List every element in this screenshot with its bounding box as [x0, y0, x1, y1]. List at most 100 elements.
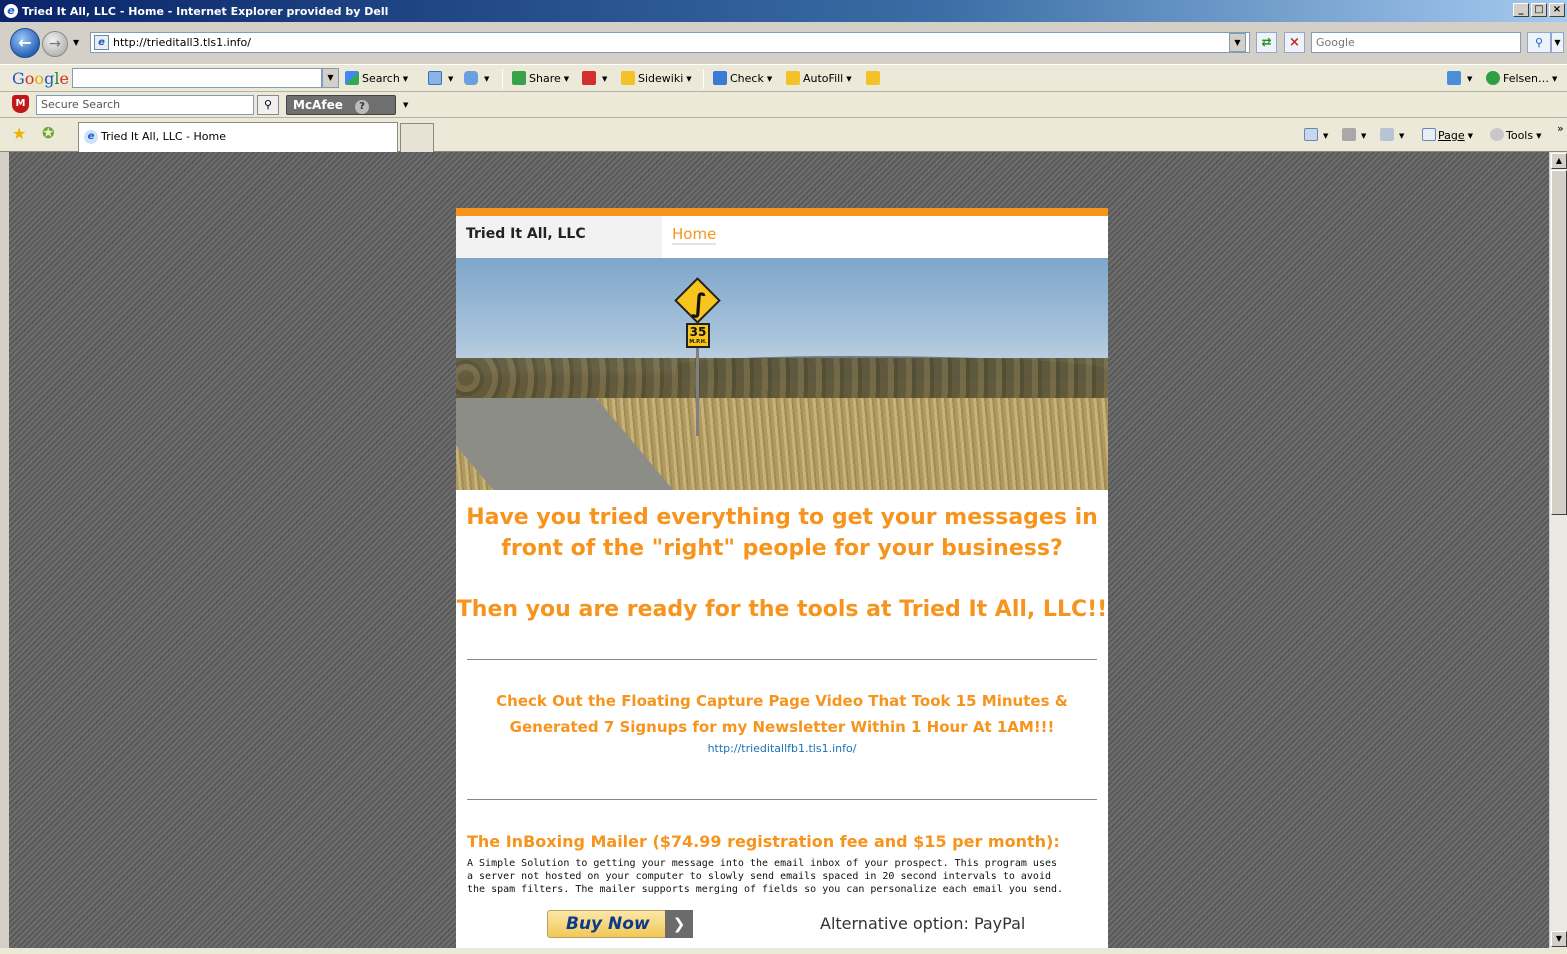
divider [467, 659, 1097, 660]
sidewiki-label: Sidewiki [638, 72, 684, 85]
arrow-right-icon: ❯ [665, 910, 693, 938]
alternative-option-text: Alternative option: PayPal [820, 914, 1026, 933]
hero-trees [456, 358, 1108, 400]
window-title: Tried It All, LLC - Home - Internet Expl… [22, 4, 389, 18]
caret-icon: ▼ [1467, 75, 1473, 83]
secure-search-input[interactable]: Secure Search [36, 95, 254, 115]
spellcheck-label: Check [730, 72, 764, 85]
speed-unit: M.P.H. [689, 339, 707, 345]
forward-button[interactable]: → [42, 31, 68, 57]
toolbar-overflow-chevron[interactable]: » [1557, 122, 1564, 135]
search-input[interactable]: Google [1311, 32, 1521, 53]
close-button[interactable]: × [1549, 3, 1565, 17]
bookmarks-button[interactable]: ▼ [582, 71, 607, 85]
speed-limit-sign: 35 M.P.H. [686, 323, 710, 348]
scroll-down-button[interactable]: ▼ [1551, 931, 1567, 947]
mcafee-dropdown-icon[interactable]: ▼ [403, 101, 408, 109]
autofill-button[interactable]: AutoFill ▼ [786, 71, 852, 85]
search-go-button[interactable]: ⚲ [1527, 32, 1551, 53]
home-button[interactable]: ▼ [1304, 128, 1328, 142]
popup-blocker-button[interactable]: ▼ [428, 71, 453, 85]
page-menu[interactable]: Page ▼ [1422, 128, 1473, 142]
home-icon [1304, 128, 1318, 141]
headline-line-1: Have you tried everything to get your me… [466, 505, 1098, 530]
caret-icon: ▼ [846, 75, 852, 83]
headline-line-2: front of the "right" people for your bus… [501, 536, 1063, 561]
tools-menu-label: Tools [1506, 129, 1534, 142]
video-title-line-1: Check Out the Floating Capture Page Vide… [496, 692, 1068, 710]
sidewiki-button[interactable]: Sidewiki ▼ [621, 71, 692, 85]
buy-now-label: Buy Now [566, 914, 650, 934]
print-button[interactable]: ▼ [1380, 128, 1404, 142]
new-tab-button[interactable] [400, 123, 434, 152]
video-link[interactable]: http://trieditallfb1.tls1.info/ [708, 742, 857, 755]
ie-page-icon: e [84, 130, 98, 144]
printer-icon [1380, 128, 1394, 141]
winding-road-icon: ∫ [691, 289, 707, 319]
caret-icon: ▼ [1467, 132, 1474, 140]
tools-menu[interactable]: Tools ▼ [1490, 128, 1542, 142]
logo-letter: e [59, 69, 69, 88]
sidewiki-icon [621, 71, 635, 85]
help-icon[interactable]: ? [355, 100, 370, 114]
feeds-button[interactable]: ▼ [1342, 128, 1366, 142]
logo-letter: G [12, 69, 25, 88]
highlight-button[interactable] [866, 71, 883, 85]
settings-button[interactable]: ▼ [1447, 71, 1472, 85]
profile-button[interactable]: Felsen… ▼ [1486, 71, 1557, 85]
nav-home-link[interactable]: Home [672, 225, 717, 245]
page-menu-icon [1422, 128, 1436, 141]
site-container: Tried It All, LLC Home ∫ 35 M.P.H. Have … [456, 208, 1108, 948]
video-title-line-2: Generated 7 Signups for my Newsletter Wi… [509, 718, 1055, 736]
page-viewport: Tried It All, LLC Home ∫ 35 M.P.H. Have … [9, 152, 1549, 948]
puzzle-button[interactable]: ▼ [464, 71, 489, 85]
page-icon: e [94, 35, 109, 50]
highlighter-icon [866, 71, 880, 85]
logo-letter: o [34, 69, 45, 88]
caret-icon: ▼ [766, 75, 773, 83]
spellcheck-button[interactable]: Check ▼ [713, 71, 772, 85]
spellcheck-icon [713, 71, 727, 85]
video-promo-title: Check Out the Floating Capture Page Vide… [456, 688, 1108, 740]
stop-button[interactable]: × [1284, 32, 1305, 53]
window-controls: _ □ × [1513, 3, 1565, 17]
tab-title: Tried It All, LLC - Home [101, 130, 226, 143]
mcafee-toolbar: M Secure Search ⚲ McAfee ? ▼ [0, 92, 1567, 118]
search-options-dropdown[interactable]: ▼ [1551, 32, 1564, 53]
vertical-scrollbar[interactable]: ▲ ▼ [1549, 152, 1567, 948]
autofill-label: AutoFill [803, 72, 844, 85]
secure-search-button[interactable]: ⚲ [257, 95, 279, 115]
google-search-dropdown[interactable]: ▼ [322, 68, 339, 88]
tab-active[interactable]: e Tried It All, LLC - Home [78, 122, 398, 152]
history-dropdown-icon[interactable]: ▼ [73, 38, 79, 47]
scroll-up-button[interactable]: ▲ [1551, 153, 1567, 169]
caret-icon: ▼ [602, 75, 608, 83]
product-title: The InBoxing Mailer ($74.99 registration… [467, 832, 1060, 851]
status-bar [0, 948, 1567, 954]
mcafee-menu-button[interactable]: McAfee ? [286, 95, 396, 115]
caret-icon: ▼ [402, 75, 409, 83]
share-button[interactable]: Share ▼ [512, 71, 569, 85]
google-search-input[interactable] [72, 68, 322, 88]
minimize-button[interactable]: _ [1513, 3, 1529, 17]
back-button[interactable]: ← [10, 28, 40, 58]
google-logo: Google [12, 69, 69, 88]
gear-icon [1490, 128, 1504, 141]
favorites-star-icon[interactable]: ★ [12, 124, 26, 143]
address-url: http://trieditall3.tls1.info/ [113, 36, 251, 49]
caret-icon: ▼ [1536, 132, 1542, 140]
address-dropdown-button[interactable]: ▼ [1229, 33, 1246, 52]
maximize-button[interactable]: □ [1531, 3, 1547, 17]
buy-now-button[interactable]: Buy Now ❯ [547, 910, 693, 938]
add-favorite-icon[interactable]: ✪ [42, 124, 55, 142]
google-search-button[interactable]: Search ▼ [345, 71, 408, 85]
ie-logo-icon: e [4, 4, 18, 18]
google-search-icon [345, 71, 359, 85]
bookmark-icon [582, 71, 596, 85]
refresh-button[interactable]: ⇄ [1256, 32, 1277, 53]
video-link-wrap: http://trieditallfb1.tls1.info/ [456, 742, 1108, 755]
google-toolbar: Google ▼ Search ▼ ▼ ▼ Share ▼ ▼ Sidewiki ▼ … [0, 64, 1567, 92]
scroll-thumb[interactable] [1551, 170, 1567, 515]
address-field[interactable]: e http://trieditall3.tls1.info/ [90, 32, 1250, 53]
mcafee-shield-icon[interactable]: M [12, 95, 29, 113]
